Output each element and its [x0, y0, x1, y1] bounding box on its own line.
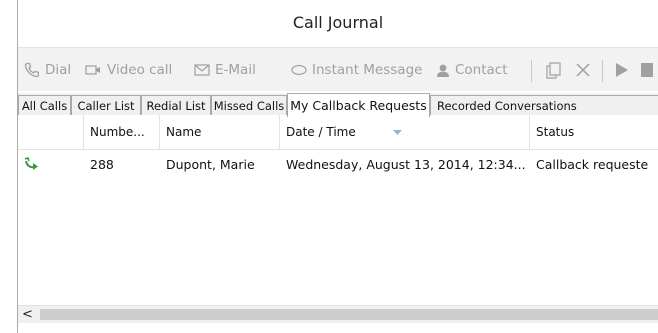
toolbar-separator [531, 60, 532, 82]
row-name: Dupont, Marie [166, 156, 255, 172]
dial-label: Dial [45, 62, 72, 78]
table-row[interactable]: 288 Dupont, Marie Wednesday, August 13, … [18, 151, 658, 177]
stop-icon [640, 62, 654, 78]
person-icon [436, 63, 450, 78]
column-header-date-time[interactable]: Date / Time [280, 115, 530, 149]
phone-icon [24, 62, 40, 78]
scroll-left-button[interactable]: < [22, 306, 33, 323]
toolbar: Dial Video call E-Mail Instant Message C… [18, 47, 658, 91]
envelope-icon [194, 64, 210, 76]
scrollbar-thumb[interactable] [40, 309, 658, 320]
copy-icon [545, 61, 561, 79]
title-bar: Call Journal [18, 0, 658, 47]
row-status: Callback requeste [536, 156, 649, 172]
email-label: E-Mail [215, 62, 256, 78]
tab-my-callback-requests[interactable]: My Callback Requests [287, 93, 430, 117]
speech-bubble-icon [291, 64, 307, 76]
column-header-name[interactable]: Name [160, 115, 280, 149]
copy-button[interactable] [545, 60, 561, 80]
video-call-button[interactable]: Video call [85, 60, 172, 80]
column-header-number[interactable]: Numbe... [84, 115, 160, 149]
call-journal-window: Call Journal Dial Video call E-Mail Inst… [17, 0, 658, 333]
tab-all-calls[interactable]: All Calls [18, 95, 71, 115]
window-title: Call Journal [292, 13, 384, 32]
journal-tabs: All Calls Caller List Redial List Missed… [18, 93, 658, 117]
sort-descending-icon [393, 120, 402, 139]
row-number: 288 [90, 156, 114, 172]
column-header-icon[interactable] [18, 115, 84, 149]
delete-button[interactable] [575, 60, 591, 80]
tab-caller-list[interactable]: Caller List [71, 95, 141, 115]
play-icon [615, 62, 629, 78]
video-camera-icon [85, 64, 102, 76]
horizontal-scrollbar[interactable]: < [18, 305, 658, 323]
row-date-time: Wednesday, August 13, 2014, 12:34... [286, 156, 526, 172]
email-button[interactable]: E-Mail [194, 60, 256, 80]
stop-button[interactable] [640, 60, 654, 80]
tab-missed-calls[interactable]: Missed Calls [211, 95, 287, 115]
table-header: Numbe... Name Date / Time Status [18, 115, 658, 150]
instant-message-button[interactable]: Instant Message [291, 60, 422, 80]
play-button[interactable] [615, 60, 629, 80]
contact-label: Contact [455, 62, 508, 78]
callback-arrow-icon [18, 151, 84, 177]
contact-button[interactable]: Contact [436, 60, 508, 80]
dial-button[interactable]: Dial [24, 60, 71, 80]
instant-message-label: Instant Message [312, 62, 423, 78]
tab-recorded-conversations[interactable]: Recorded Conversations [430, 95, 658, 115]
toolbar-separator [602, 60, 603, 82]
column-header-status[interactable]: Status [530, 115, 658, 149]
tab-redial-list[interactable]: Redial List [141, 95, 211, 115]
close-icon [575, 62, 591, 78]
video-call-label: Video call [107, 62, 173, 78]
call-list-table: Numbe... Name Date / Time Status 288 Dup… [18, 115, 658, 305]
